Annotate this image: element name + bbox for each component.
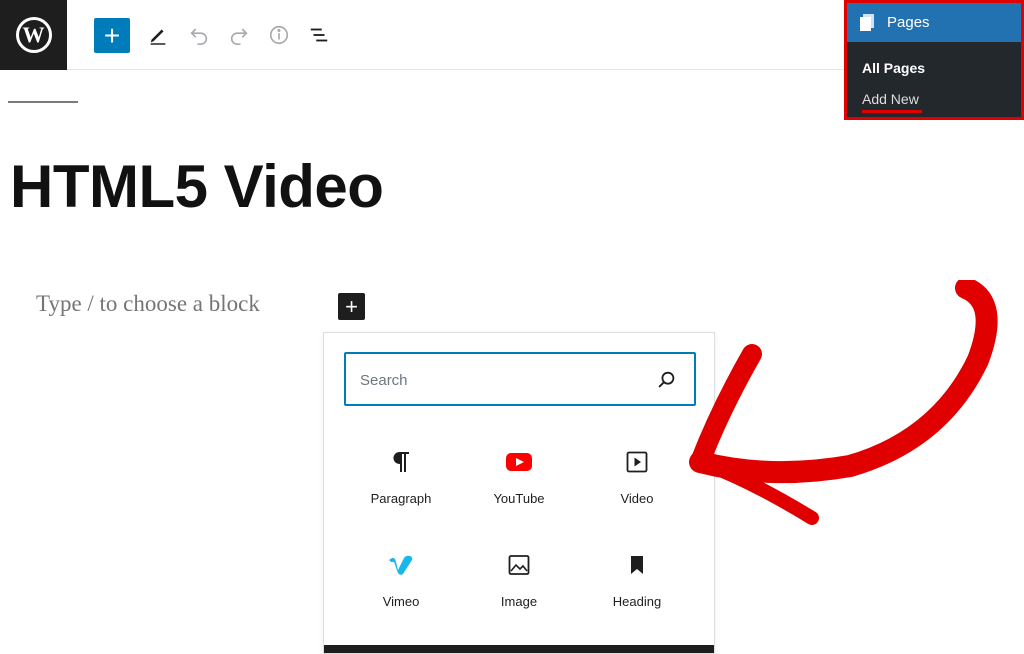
youtube-icon: [506, 449, 532, 475]
pencil-icon[interactable]: [143, 20, 173, 50]
red-arrow-annotation: [689, 280, 998, 525]
image-icon: [506, 552, 532, 578]
plus-icon: +: [345, 293, 358, 319]
undo-icon[interactable]: [184, 20, 214, 50]
block-label: Paragraph: [370, 491, 432, 506]
info-icon[interactable]: [264, 20, 294, 50]
redo-icon[interactable]: [224, 20, 254, 50]
pages-menu-title: Pages: [887, 14, 930, 31]
block-heading[interactable]: Heading: [578, 544, 696, 634]
menu-item-add-new[interactable]: Add New: [862, 91, 919, 107]
wordpress-icon: W: [15, 17, 52, 53]
block-youtube[interactable]: YouTube: [460, 441, 578, 531]
title-separator: [8, 101, 78, 103]
block-paragraph[interactable]: Paragraph: [342, 441, 460, 531]
pages-menu-header[interactable]: Pages: [847, 3, 1021, 42]
block-label: Vimeo: [382, 594, 420, 609]
block-label: Image: [500, 594, 538, 609]
plus-icon: +: [103, 19, 121, 51]
pages-icon: [859, 13, 875, 32]
wordpress-logo[interactable]: W: [0, 0, 67, 70]
post-title[interactable]: HTML5 Video: [10, 152, 384, 221]
block-vimeo[interactable]: Vimeo: [342, 544, 460, 634]
block-label: YouTube: [493, 491, 545, 506]
list-view-icon[interactable]: [304, 20, 334, 50]
add-new-highlight-underline: [862, 110, 922, 113]
menu-item-all-pages[interactable]: All Pages: [862, 60, 925, 76]
paragraph-icon: [388, 449, 414, 475]
add-block-button[interactable]: +: [94, 18, 130, 53]
pages-menu: Pages All Pages Add New: [844, 0, 1024, 120]
inserter-footer-bar: [324, 645, 714, 653]
vimeo-icon: [388, 552, 414, 578]
block-placeholder[interactable]: Type / to choose a block: [36, 291, 260, 317]
search-input[interactable]: [360, 368, 640, 392]
block-image[interactable]: Image: [460, 544, 578, 634]
inline-add-block-button[interactable]: +: [338, 293, 365, 320]
bookmark-icon: [624, 552, 650, 578]
arrow-head-upper: [690, 344, 762, 472]
block-label: Heading: [612, 594, 662, 609]
